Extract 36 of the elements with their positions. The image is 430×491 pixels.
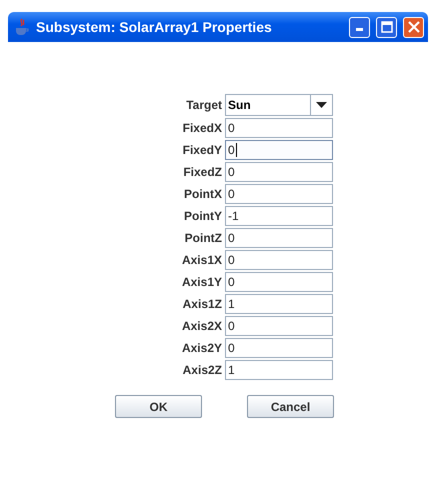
window-title: Subsystem: SolarArray1 Properties: [36, 19, 273, 35]
ok-button[interactable]: OK: [115, 395, 202, 418]
input-field[interactable]: 0: [225, 118, 333, 138]
field-label: Axis1Y: [180, 274, 222, 291]
input-field[interactable]: 0: [225, 316, 333, 336]
input-field[interactable]: 0: [225, 272, 333, 292]
field-label: FixedZ: [182, 164, 222, 181]
input-field[interactable]: 0: [225, 250, 333, 270]
input-field[interactable]: 0: [225, 338, 333, 358]
field-label: FixedY: [182, 142, 222, 159]
field-label: FixedX: [182, 120, 222, 137]
input-field[interactable]: 0: [225, 162, 333, 182]
input-field[interactable]: 1: [225, 294, 333, 314]
close-icon: [408, 21, 420, 33]
field-label: Target: [185, 97, 222, 114]
dropdown-arrow-icon: [316, 102, 327, 108]
field-label: Axis2Z: [182, 362, 222, 379]
field-label: PointX: [183, 186, 222, 203]
field-label: Axis1X: [180, 252, 222, 269]
field-label: Axis2X: [180, 318, 222, 335]
input-field[interactable]: 0: [225, 228, 333, 248]
field-label: Axis2Y: [180, 340, 222, 357]
maximize-button[interactable]: [376, 16, 397, 38]
coffee-cup-icon: [14, 18, 30, 36]
cancel-button[interactable]: Cancel: [247, 395, 334, 418]
field-label: PointZ: [184, 230, 222, 247]
target-dropdown[interactable]: Sun: [225, 94, 333, 116]
input-field[interactable]: -1: [225, 206, 333, 226]
input-field[interactable]: 0: [225, 140, 333, 160]
field-label: PointY: [183, 208, 222, 225]
close-button[interactable]: [403, 16, 424, 38]
maximize-icon: [380, 21, 392, 33]
field-label: Axis1Z: [182, 296, 222, 313]
input-field[interactable]: 1: [225, 360, 333, 380]
input-field[interactable]: 0: [225, 184, 333, 204]
minimize-button[interactable]: [349, 16, 370, 38]
